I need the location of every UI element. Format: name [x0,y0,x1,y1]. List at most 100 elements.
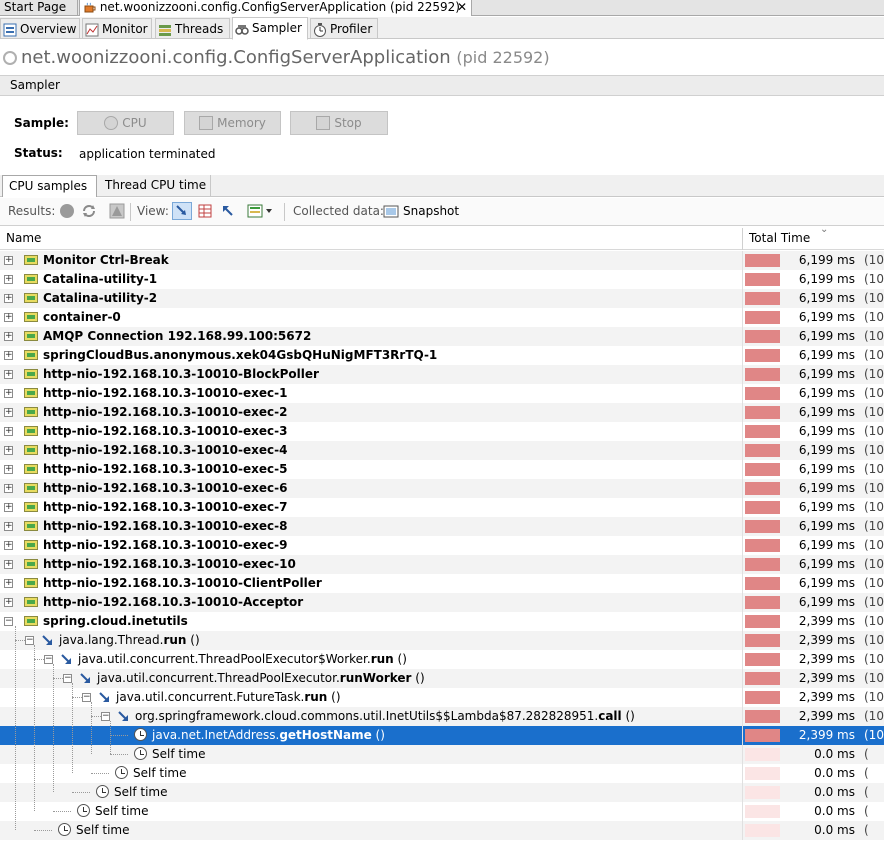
table-row[interactable]: Self time 0.0 ms ( [0,783,884,802]
tab-threads[interactable]: Threads [155,18,230,39]
tree-connector [110,735,128,736]
total-time-percent: (10 [864,443,884,457]
expand-icon[interactable]: + [4,294,13,303]
expand-icon[interactable]: + [4,256,13,265]
time-bar [745,311,780,324]
table-row[interactable]: Self time 0.0 ms ( [0,802,884,821]
expand-icon[interactable]: + [4,427,13,436]
column-divider [742,403,743,422]
tab-monitor[interactable]: Monitor [82,18,152,39]
expand-icon[interactable]: + [4,522,13,531]
collapse-icon[interactable]: − [82,693,91,702]
expand-icon[interactable]: + [4,408,13,417]
column-divider[interactable] [742,228,743,250]
thread-row[interactable]: + http-nio-192.168.10.3-10010-exec-8 6,199… [0,517,884,536]
table-row[interactable]: − java.util.concurrent.ThreadPoolExecutor… [0,669,884,688]
combined-view-dropdown[interactable] [247,203,275,219]
tab-overview[interactable]: Overview [0,18,80,39]
thread-name: container-0 [43,310,121,324]
expand-icon[interactable]: + [4,389,13,398]
expand-icon[interactable]: + [4,541,13,550]
thread-row[interactable]: + http-nio-192.168.10.3-10010-ClientPolle… [0,574,884,593]
thread-row[interactable]: + Catalina-utility-2 6,199 ms (10 [0,289,884,308]
expand-icon[interactable]: + [4,503,13,512]
thread-row[interactable]: + http-nio-192.168.10.3-10010-exec-1 6,199… [0,384,884,403]
table-row[interactable]: − org.springframework.cloud.commons.util.… [0,707,884,726]
expand-icon[interactable]: + [4,275,13,284]
reset-icon[interactable] [109,203,125,219]
expand-icon[interactable]: + [4,370,13,379]
window-tab-application[interactable]: net.woonizzooni.config.ConfigServerAppli… [79,0,472,16]
expand-icon[interactable]: + [4,560,13,569]
sample-label: Sample: [14,116,69,130]
tab-profiler[interactable]: Profiler [310,18,378,39]
table-row[interactable]: − java.util.concurrent.ThreadPoolExecutor… [0,650,884,669]
thread-row[interactable]: + http-nio-192.168.10.3-10010-exec-5 6,199… [0,460,884,479]
collapse-icon[interactable]: − [4,617,13,626]
thread-row[interactable]: + http-nio-192.168.10.3-10010-BlockPoller… [0,365,884,384]
collapse-icon[interactable]: − [101,712,110,721]
thread-row[interactable]: + http-nio-192.168.10.3-10010-Acceptor 6,1… [0,593,884,612]
method-name: java.util.concurrent.ThreadPoolExecutor.… [97,671,425,686]
thread-row[interactable]: + AMQP Connection 192.168.99.100:5672 6,19… [0,327,884,346]
expand-icon[interactable]: + [4,313,13,322]
thread-row[interactable]: + http-nio-192.168.10.3-10010-exec-2 6,199… [0,403,884,422]
total-time-value: 6,199 ms [798,576,855,590]
table-row[interactable]: Self time 0.0 ms ( [0,821,884,840]
close-icon[interactable]: ✕ [457,0,467,14]
thread-row[interactable]: + container-0 6,199 ms (10 [0,308,884,327]
collapse-icon[interactable]: − [44,655,53,664]
thread-row[interactable]: + http-nio-192.168.10.3-10010-exec-7 6,199… [0,498,884,517]
table-row[interactable]: Self time 0.0 ms ( [0,745,884,764]
column-header-name[interactable]: Name [6,231,41,245]
expand-icon[interactable]: + [4,484,13,493]
thread-row[interactable]: + http-nio-192.168.10.3-10010-exec-3 6,199… [0,422,884,441]
column-header-total-time[interactable]: Total Time [749,231,810,245]
method-identifier: call [598,709,622,723]
expand-icon[interactable]: + [4,351,13,360]
snapshot-icon[interactable] [383,203,399,219]
thread-row[interactable]: + http-nio-192.168.10.3-10010-exec-9 6,199… [0,536,884,555]
thread-row[interactable]: + http-nio-192.168.10.3-10010-exec-4 6,199… [0,441,884,460]
thread-name: Monitor Ctrl-Break [43,253,169,267]
thread-row[interactable]: + http-nio-192.168.10.3-10010-exec-10 6,19… [0,555,884,574]
view-label: View: [137,204,169,218]
table-row[interactable]: Self time 0.0 ms ( [0,764,884,783]
cpu-button[interactable]: CPU [77,111,174,135]
expand-icon[interactable]: + [4,446,13,455]
table-row[interactable]: java.net.InetAddress.getHostName () 2,399… [0,726,884,745]
expand-icon[interactable]: + [4,579,13,588]
memory-button[interactable]: Memory [184,111,281,135]
method-class: org.springframework.cloud.commons.util.I… [135,709,599,723]
total-time-value: 6,199 ms [798,291,855,305]
expand-icon[interactable]: + [4,465,13,474]
table-row[interactable]: − java.lang.Thread.run () 2,399 ms (10 [0,631,884,650]
call-tree-view-icon[interactable] [172,202,192,220]
collapse-icon[interactable]: − [25,636,34,645]
thread-icon [24,426,38,436]
thread-row[interactable]: − spring.cloud.inetutils 2,399 ms (10 [0,612,884,631]
snapshot-results-icon[interactable] [59,203,75,219]
method-identifier: getHostName [279,728,372,742]
thread-row[interactable]: + Catalina-utility-1 6,199 ms (10 [0,270,884,289]
tab-sampler[interactable]: Sampler [232,17,308,40]
stop-button[interactable]: Stop [290,111,388,135]
expand-icon[interactable]: + [4,332,13,341]
column-divider [742,707,743,726]
snapshot-link[interactable]: Snapshot [403,204,459,218]
expand-icon[interactable]: + [4,598,13,607]
tab-thread-cpu-time[interactable]: Thread CPU time [99,175,211,197]
window-tab-start-page[interactable]: Start Page [0,0,78,16]
collapse-icon[interactable]: − [63,674,72,683]
tab-label: Threads [175,22,224,36]
thread-row[interactable]: + springCloudBus.anonymous.xek04GsbQHuNig… [0,346,884,365]
thread-row[interactable]: + http-nio-192.168.10.3-10010-exec-6 6,199… [0,479,884,498]
thread-row[interactable]: + Monitor Ctrl-Break 6,199 ms (10 [0,251,884,270]
refresh-icon[interactable] [81,203,97,219]
column-divider [742,346,743,365]
total-time-value: 6,199 ms [798,595,855,609]
hot-spots-view-icon[interactable] [197,203,213,219]
back-traces-view-icon[interactable] [220,203,236,219]
table-row[interactable]: − java.util.concurrent.FutureTask.run () 2… [0,688,884,707]
tab-cpu-samples[interactable]: CPU samples [2,175,97,197]
